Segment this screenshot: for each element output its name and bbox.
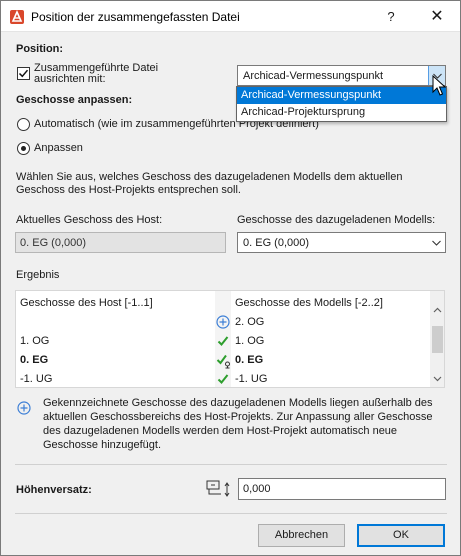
mouse-cursor-icon — [432, 75, 446, 96]
stories-description-line1: Wählen Sie aus, welches Geschoss des daz… — [16, 171, 403, 183]
radio-match-label: Anpassen — [34, 142, 83, 154]
host-current-label: Aktuelles Geschoss des Host: — [16, 214, 163, 226]
align-dropdown-list[interactable]: Archicad-Vermessungspunkt Archicad-Proje… — [236, 86, 447, 122]
checkmark-icon — [18, 69, 29, 78]
info-line1: Gekennzeichnete Geschosse des dazugelade… — [43, 397, 433, 409]
model-stories-dropdown-button[interactable] — [428, 233, 445, 252]
plus-circle-icon — [216, 315, 230, 329]
dropdown-option-project-origin[interactable]: Archicad-Projektursprung — [237, 104, 446, 121]
separator — [15, 464, 447, 465]
radio-auto[interactable] — [17, 118, 30, 131]
result-scrollbar[interactable] — [430, 291, 444, 387]
model-stories-value: 0. EG (0,000) — [243, 237, 310, 249]
scrollbar-thumb[interactable] — [432, 326, 443, 353]
table-row[interactable]: 0. EG 0. EG — [16, 351, 430, 370]
info-line4: Geschosse hinzugefügt. — [43, 439, 162, 451]
title-bar: Position der zusammengefassten Datei ? ✕ — [1, 1, 460, 32]
ok-button[interactable]: OK — [357, 524, 445, 547]
model-story-cell: 2. OG — [235, 316, 265, 328]
elevation-input[interactable]: 0,000 — [238, 478, 446, 500]
chevron-down-icon — [432, 240, 441, 246]
host-story-cell: 1. OG — [20, 335, 50, 347]
info-line3: des dazugeladenen Modells werden dem Hos… — [43, 425, 398, 437]
dialog-window: Position der zusammengefassten Datei ? ✕… — [0, 0, 461, 556]
result-table[interactable]: Geschosse des Host [-1..1] Geschosse des… — [15, 290, 445, 388]
elevation-label: Höhenversatz: — [16, 484, 92, 496]
stories-description-line2: Geschoss des Host-Projekts entsprechen s… — [16, 184, 241, 196]
align-checkbox[interactable] — [17, 67, 30, 80]
plus-circle-icon — [17, 401, 31, 415]
separator — [15, 513, 447, 514]
position-heading: Position: — [16, 43, 64, 55]
align-select-value: Archicad-Vermessungspunkt — [243, 70, 384, 82]
elevation-offset-icon — [206, 480, 230, 497]
table-row[interactable]: 1. OG 1. OG — [16, 332, 430, 351]
model-stories-label: Geschosse des dazugeladenen Modells: — [237, 214, 436, 226]
info-line2: aktuellen Geschossbereichs des Host-Proj… — [43, 411, 433, 423]
host-story-cell: -1. UG — [20, 373, 53, 385]
checkmark-icon — [217, 374, 229, 384]
model-story-cell: -1. UG — [235, 373, 268, 385]
radio-match[interactable] — [17, 142, 30, 155]
table-row[interactable]: -1. UG -1. UG — [16, 370, 430, 387]
radio-selected-dot — [21, 146, 26, 151]
host-current-value: 0. EG (0,000) — [20, 237, 87, 249]
checkmark-icon — [217, 336, 229, 346]
anchored-check-icon — [216, 354, 230, 369]
window-title: Position der zusammengefassten Datei — [31, 10, 240, 24]
stories-heading: Geschosse anpassen: — [16, 94, 133, 106]
cancel-button[interactable]: Abbrechen — [258, 524, 345, 547]
col-header-host: Geschosse des Host [-1..1] — [20, 297, 153, 309]
model-stories-select[interactable]: 0. EG (0,000) — [237, 232, 446, 253]
elevation-value: 0,000 — [243, 483, 271, 495]
table-row[interactable]: 2. OG — [16, 313, 430, 332]
dropdown-option-survey-point[interactable]: Archicad-Vermessungspunkt — [237, 87, 446, 104]
model-story-cell: 1. OG — [235, 335, 265, 347]
scroll-down-arrow-icon[interactable] — [433, 376, 442, 382]
close-button[interactable]: ✕ — [423, 6, 451, 28]
align-select[interactable]: Archicad-Vermessungspunkt — [237, 65, 446, 86]
align-label-line2: ausrichten mit: — [34, 73, 106, 85]
archicad-app-icon — [10, 10, 24, 24]
col-header-model: Geschosse des Modells [-2..2] — [235, 297, 383, 309]
help-button[interactable]: ? — [379, 6, 403, 28]
host-current-field: 0. EG (0,000) — [15, 232, 226, 253]
result-heading: Ergebnis — [16, 269, 60, 281]
scroll-up-arrow-icon[interactable] — [433, 307, 442, 313]
model-story-cell: 0. EG — [235, 354, 264, 366]
host-story-cell: 0. EG — [20, 354, 49, 366]
